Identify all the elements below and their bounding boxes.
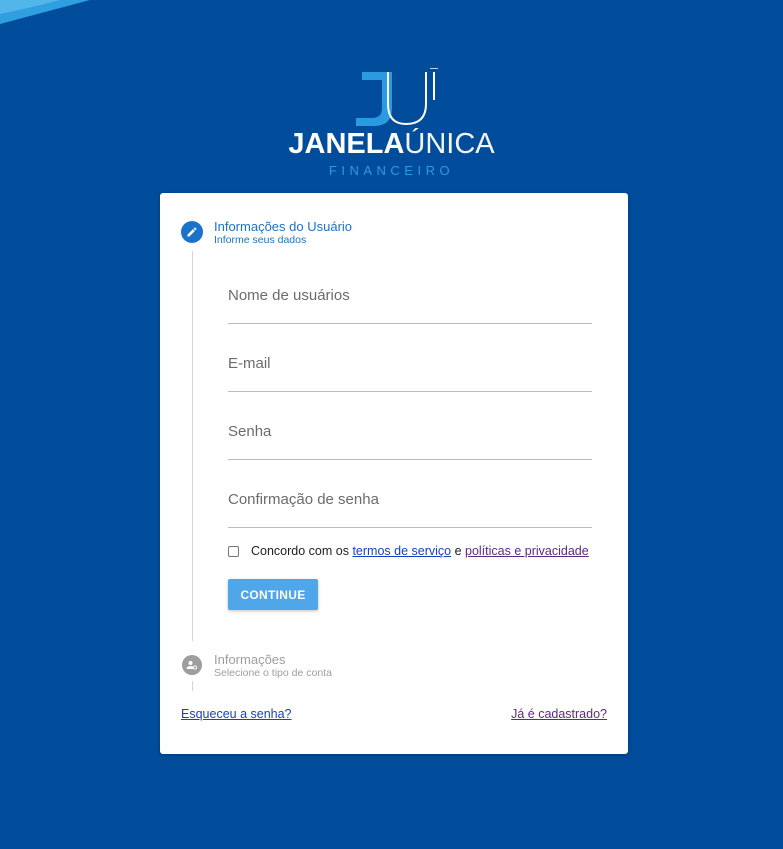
terms-checkbox[interactable]: [228, 545, 239, 557]
username-label: Nome de usuários: [228, 287, 350, 304]
brand-name-bold: JANELA: [288, 128, 405, 160]
confirm-password-label: Confirmação de senha: [228, 491, 379, 508]
step-connector: [192, 251, 193, 641]
signup-card: Informações do Usuário Informe seus dado…: [160, 193, 628, 754]
email-field[interactable]: E-mail: [228, 341, 592, 392]
password-label: Senha: [228, 423, 272, 440]
terms-row: Concordo com os termos de serviço e polí…: [228, 543, 589, 559]
pencil-icon: [181, 221, 203, 243]
brand-name: JANELAÚNICA: [0, 128, 783, 161]
username-field[interactable]: Nome de usuários: [228, 273, 592, 324]
step-2-subtitle: Selecione o tipo de conta: [214, 667, 332, 679]
already-registered-link[interactable]: Já é cadastrado?: [511, 707, 607, 721]
terms-conjunction: e: [451, 544, 465, 558]
brand-name-light: ÚNICA: [404, 128, 495, 160]
account-settings-icon: [182, 655, 202, 675]
confirm-password-field[interactable]: Confirmação de senha: [228, 477, 592, 528]
terms-of-service-link[interactable]: termos de serviço: [352, 544, 451, 558]
password-field[interactable]: Senha: [228, 409, 592, 460]
brand-subtitle: FINANCEIRO: [328, 163, 455, 178]
forgot-password-link[interactable]: Esqueceu a senha?: [181, 707, 292, 721]
email-label: E-mail: [228, 355, 271, 372]
brand-logo: JANELAÚNICA FINANCEIRO: [0, 0, 783, 190]
terms-prefix: Concordo com os: [251, 544, 353, 558]
ju-logo-mark: [356, 68, 438, 126]
step-connector-end: [192, 681, 193, 691]
privacy-policy-link[interactable]: políticas e privacidade: [465, 544, 589, 558]
step-1-title: Informações do Usuário: [214, 219, 353, 234]
continue-button[interactable]: CONTINUE: [228, 579, 318, 610]
step-1-subtitle: Informe seus dados: [214, 234, 307, 246]
step-2-title: Informações: [214, 652, 286, 667]
